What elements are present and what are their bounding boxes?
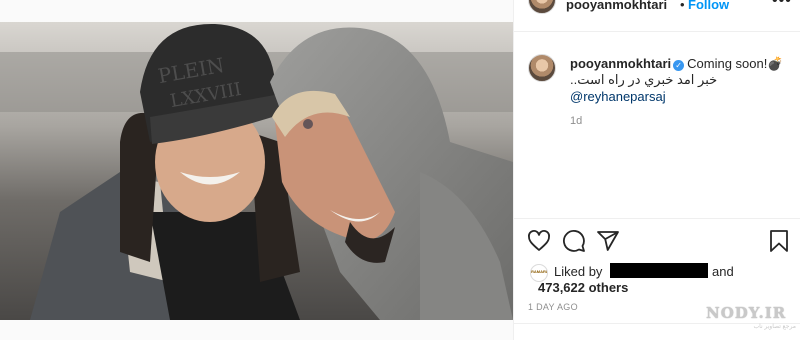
watermark: NODY.IR مرجع تصاویر ناب: [706, 304, 796, 334]
action-bar: [514, 229, 800, 257]
liker-avatar-text: RAMARDI: [531, 269, 547, 274]
comment-icon[interactable]: [562, 229, 586, 253]
caption-persian-text: خبر امد خبري در راه است..: [570, 72, 718, 87]
caption-line: pooyanmokhtari ✓ Coming soon!💣: [570, 56, 784, 72]
liked-by-and: and: [712, 264, 734, 279]
caption-username[interactable]: pooyanmokhtari: [570, 56, 671, 71]
follow-button[interactable]: Follow: [688, 0, 729, 12]
watermark-tagline: مرجع تصاویر ناب: [753, 324, 797, 330]
post-photo[interactable]: PLEIN LXXVIII: [0, 22, 513, 320]
instagram-post-frame: PLEIN LXXVIII pooyanmokhtari • Follow ••…: [0, 0, 800, 340]
bookmark-icon[interactable]: [767, 229, 791, 253]
more-options-icon[interactable]: •••: [772, 0, 792, 10]
post-header: pooyanmokhtari • Follow •••: [514, 0, 800, 32]
follow-separator: •: [680, 0, 685, 12]
caption-avatar[interactable]: [528, 54, 556, 82]
top-margin: [0, 0, 513, 22]
couple-photo-illustration: PLEIN LXXVIII: [0, 22, 513, 320]
liked-by-label: Liked by: [554, 264, 603, 279]
likes-count-link[interactable]: 473,622 others: [538, 280, 628, 295]
post-side-panel: pooyanmokhtari • Follow ••• pooyanmokhta…: [513, 0, 800, 340]
heart-icon[interactable]: [527, 229, 551, 253]
liked-by-row: RAMARDI Liked by and: [530, 262, 790, 282]
verified-icon: ✓: [673, 60, 685, 71]
header-username[interactable]: pooyanmokhtari: [566, 0, 667, 12]
redacted-username[interactable]: [610, 263, 708, 278]
divider: [514, 218, 800, 219]
avatar[interactable]: [528, 0, 556, 14]
bottom-margin: [0, 320, 513, 340]
watermark-logo: NODY.IR: [706, 304, 787, 322]
post-timestamp[interactable]: 1 DAY AGO: [528, 302, 578, 312]
caption-text: Coming soon!💣: [687, 56, 784, 71]
share-icon[interactable]: [596, 229, 620, 253]
caption-mention-link[interactable]: @reyhaneparsaj: [570, 89, 666, 104]
caption-time: 1d: [570, 115, 583, 127]
